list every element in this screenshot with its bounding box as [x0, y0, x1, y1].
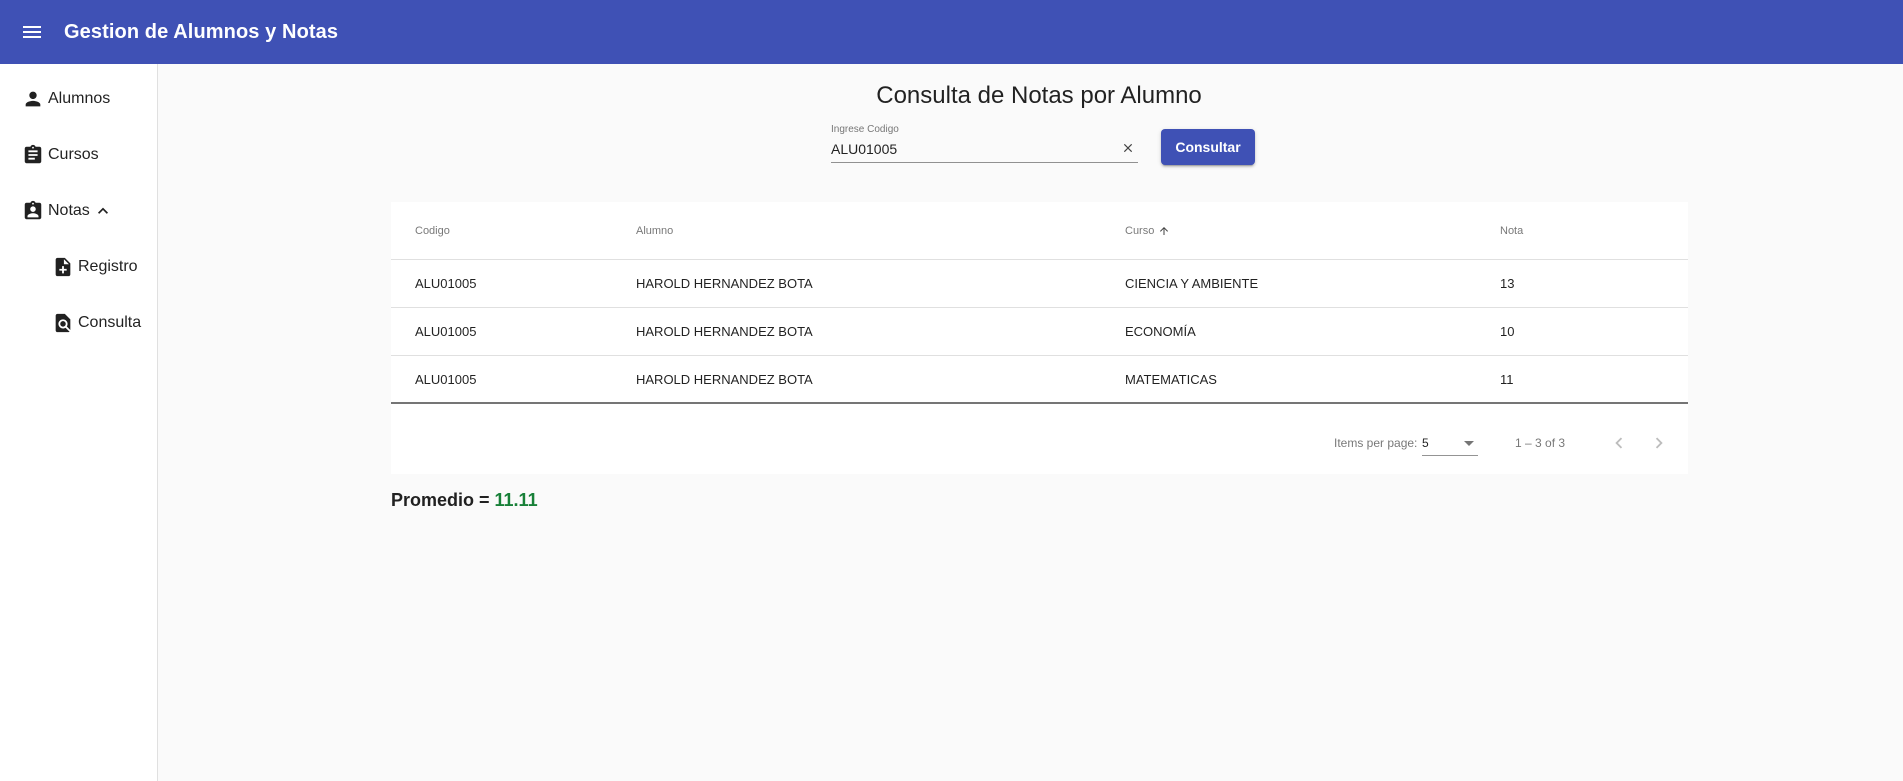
sidebar-item-consulta[interactable]: Consulta	[52, 312, 141, 334]
sidebar-item-label: Notas	[48, 202, 90, 219]
table-header-row: Codigo Alumno Curso Nota	[391, 202, 1688, 260]
sidebar-item-label: Cursos	[48, 146, 99, 163]
cell-nota: 11	[1500, 371, 1514, 387]
consultar-button[interactable]: Consultar	[1161, 129, 1255, 165]
sidebar-item-registro[interactable]: Registro	[52, 256, 138, 278]
sidebar: Alumnos Cursos Notas Registro Consulta	[0, 64, 158, 781]
sidebar-item-alumnos[interactable]: Alumnos	[22, 88, 110, 110]
promedio-label: Promedio =	[391, 490, 495, 510]
previous-page-button[interactable]	[1603, 427, 1635, 459]
cell-nota: 13	[1500, 276, 1515, 291]
cell-alumno: HAROLD HERNANDEZ BOTA	[636, 324, 813, 339]
close-icon[interactable]	[1118, 138, 1138, 158]
cell-codigo: ALU01005	[415, 324, 477, 339]
codigo-label: Ingrese Codigo	[831, 124, 899, 135]
page-size-value: 5	[1422, 436, 1429, 450]
dropdown-arrow-icon	[1464, 441, 1474, 446]
cell-codigo: ALU01005	[415, 276, 477, 291]
sidebar-item-cursos[interactable]: Cursos	[22, 144, 99, 166]
sidebar-item-notas[interactable]: Notas	[22, 200, 117, 222]
page-range-label: 1 – 3 of 3	[1515, 436, 1566, 450]
paginator: Items per page: 5 1 – 3 of 3	[391, 412, 1688, 474]
person-icon	[25, 91, 41, 107]
app-toolbar: Gestion de Alumnos y Notas	[0, 0, 1903, 64]
items-per-page-label: Items per page:	[1334, 436, 1418, 450]
codigo-underline	[831, 162, 1138, 163]
next-page-button[interactable]	[1643, 427, 1675, 459]
codigo-field: Ingrese Codigo	[831, 124, 1138, 168]
cell-codigo: ALU01005	[415, 371, 477, 387]
promedio-summary: Promedio = 11.11	[391, 490, 538, 511]
arrow-up-icon	[1158, 225, 1170, 237]
sidebar-item-label: Registro	[78, 258, 138, 275]
table-row: ALU01005 HAROLD HERNANDEZ BOTA ECONOMÍA …	[391, 308, 1688, 356]
menu-icon[interactable]	[0, 0, 64, 64]
notas-table: Codigo Alumno Curso Nota ALU01005 HAROLD…	[391, 202, 1688, 474]
cell-curso: MATEMATICAS	[1125, 371, 1217, 387]
header-curso-label: Curso	[1125, 224, 1155, 237]
codigo-input[interactable]	[831, 139, 1111, 159]
page-title: Consulta de Notas por Alumno	[876, 82, 1202, 109]
page-size-select[interactable]: 5	[1422, 432, 1478, 456]
assignment-ind-icon	[24, 200, 42, 220]
cell-alumno: HAROLD HERNANDEZ BOTA	[636, 276, 813, 291]
sidebar-item-label: Consulta	[78, 314, 142, 331]
chevron-right-icon	[1655, 437, 1663, 449]
sidebar-item-label: Alumnos	[48, 90, 111, 107]
cell-curso: CIENCIA Y AMBIENTE	[1125, 276, 1259, 291]
header-alumno[interactable]: Alumno	[636, 202, 673, 259]
main-content: Consulta de Notas por Alumno Ingrese Cod…	[158, 64, 1903, 781]
chevron-left-icon	[1615, 437, 1623, 449]
table-row: ALU01005 HAROLD HERNANDEZ BOTA CIENCIA Y…	[391, 260, 1688, 308]
header-nota[interactable]: Nota	[1500, 202, 1523, 259]
promedio-value: 11.11	[494, 490, 538, 510]
cell-nota: 10	[1500, 324, 1515, 339]
app-title: Gestion de Alumnos y Notas	[64, 20, 339, 43]
cell-curso: ECONOMÍA	[1125, 324, 1196, 339]
note-add-icon	[55, 257, 71, 277]
header-codigo[interactable]: Codigo	[415, 202, 450, 259]
find-in-page-icon	[55, 313, 71, 333]
assignment-icon	[24, 144, 42, 164]
cell-alumno: HAROLD HERNANDEZ BOTA	[636, 371, 813, 387]
expand-less-icon	[97, 207, 108, 214]
table-row: ALU01005 HAROLD HERNANDEZ BOTA MATEMATIC…	[391, 356, 1688, 404]
header-curso[interactable]: Curso	[1125, 202, 1170, 259]
